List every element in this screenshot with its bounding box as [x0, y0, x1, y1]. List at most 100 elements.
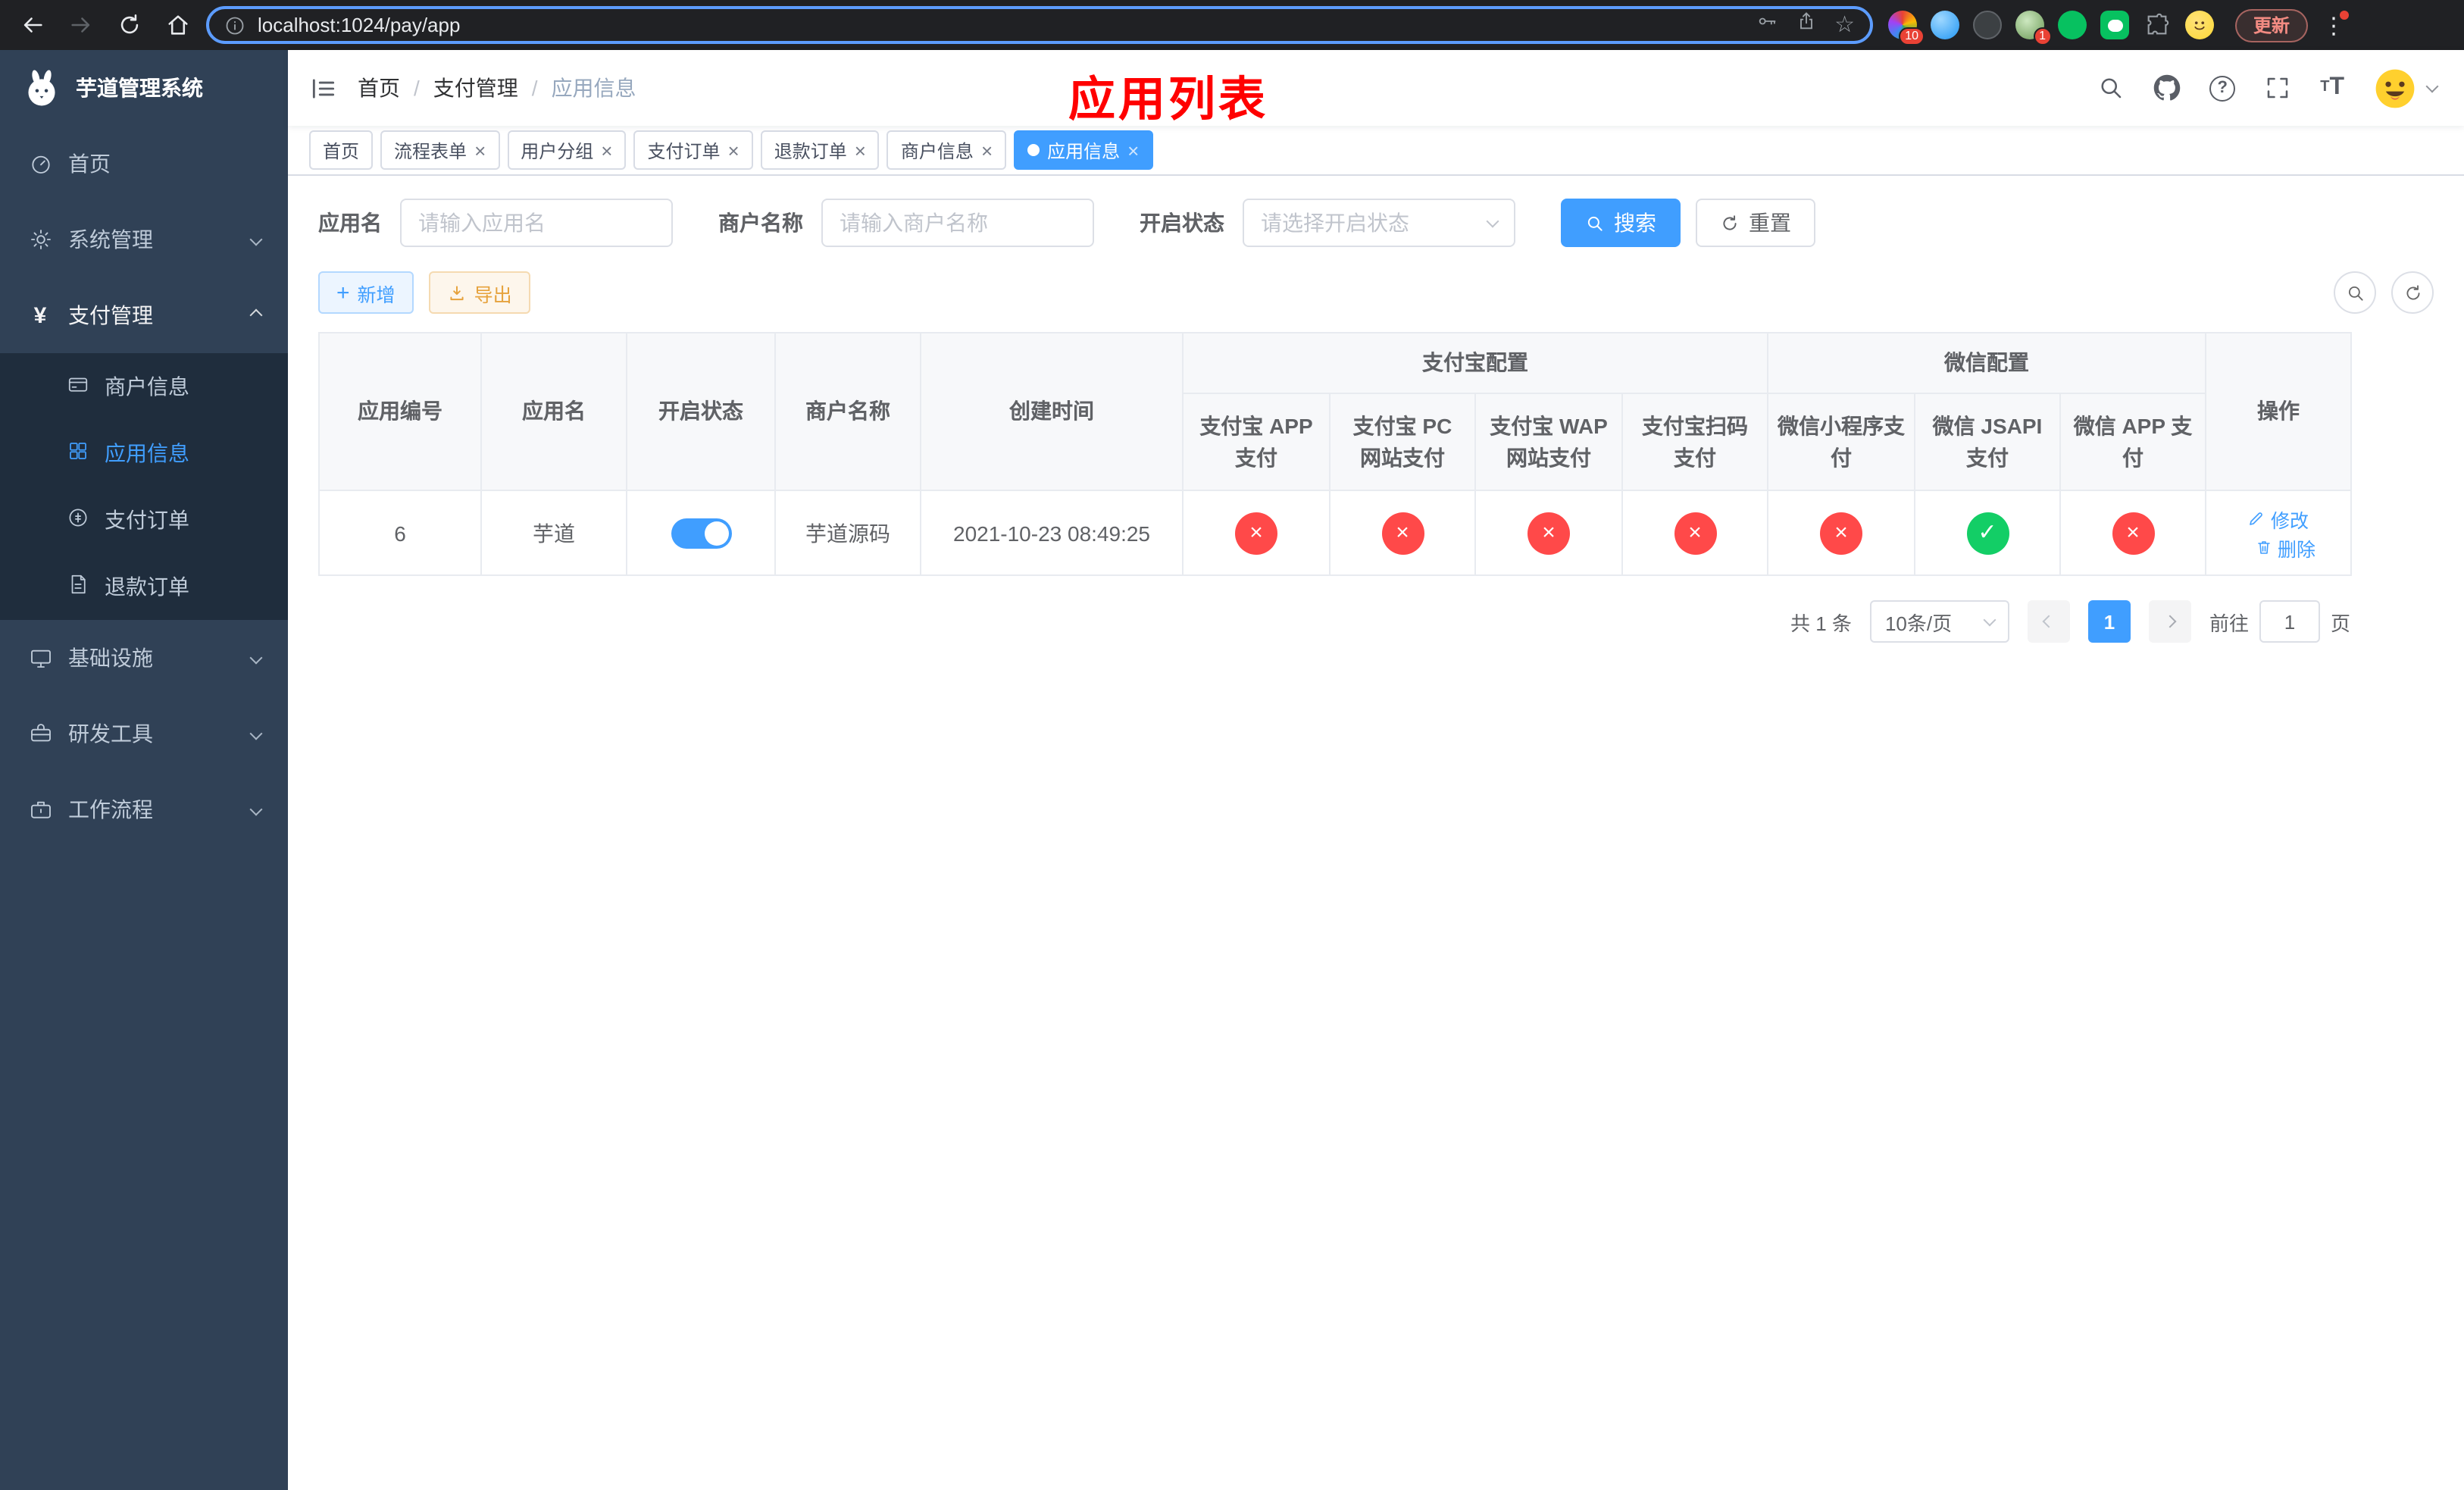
url-bar[interactable]: localhost:1024/pay/app ☆	[206, 6, 1873, 44]
sidebar-item-workflow[interactable]: 工作流程	[0, 772, 288, 847]
app-table: 应用编号 应用名 开启状态 商户名称 创建时间 支付宝配置 微信配置 操作 支付…	[318, 332, 2352, 576]
password-key-icon[interactable]	[1756, 11, 1777, 39]
navbar-actions: ? TT	[2097, 66, 2464, 110]
extensions-puzzle-icon[interactable]	[2143, 11, 2172, 39]
status-alipay-qr-icon: ×	[1674, 512, 1716, 554]
col-wx-app: 微信 APP 支付	[2059, 393, 2206, 491]
edit-link[interactable]: 修改	[2248, 504, 2309, 533]
top-navbar: 首页 / 支付管理 / 应用信息 应用列表 ? T T	[288, 50, 2464, 126]
bookmark-star-icon[interactable]: ☆	[1834, 14, 1855, 36]
help-icon[interactable]: ?	[2209, 75, 2236, 101]
breadcrumb-separator: /	[531, 76, 538, 100]
extensions-row: 10 1	[1882, 11, 2220, 45]
sidebar-item-pay[interactable]: ¥ 支付管理	[0, 277, 288, 353]
tab-merchant-info[interactable]: 商户信息 ×	[886, 130, 1007, 170]
chevron-down-icon	[249, 651, 263, 665]
delete-link[interactable]: 删除	[2255, 533, 2315, 562]
sidebar-collapse-icon[interactable]	[288, 50, 358, 126]
extension-drop-icon[interactable]	[1931, 11, 1959, 39]
close-icon[interactable]: ×	[728, 140, 740, 160]
cell-created: 2021-10-23 08:49:25	[920, 490, 1184, 576]
gear-icon	[27, 227, 53, 252]
extension-dark-icon[interactable]	[1973, 11, 2002, 39]
search-icon[interactable]	[2097, 74, 2125, 102]
profile-avatar-icon[interactable]	[2185, 11, 2214, 39]
monitor-icon	[27, 646, 53, 670]
status-alipay-app-icon: ×	[1235, 512, 1277, 554]
tab-user-group[interactable]: 用户分组 ×	[507, 130, 627, 170]
update-button[interactable]: 更新	[2235, 8, 2309, 42]
rabbit-logo-icon	[28, 69, 55, 105]
sidebar: 芋道管理系统 首页 系统管理 ¥ 支付管理 商户信息 应用信息 支付订单 退款订…	[0, 50, 288, 1490]
pagination: 共 1 条 10条/页 1 前往 页	[318, 600, 2350, 643]
col-wx-lite: 微信小程序支付	[1767, 393, 1915, 491]
add-button[interactable]: + 新增	[318, 271, 414, 314]
extension-wechat-icon[interactable]	[2100, 11, 2129, 39]
goto-page-input[interactable]	[2259, 600, 2320, 643]
tab-pay-order[interactable]: 支付订单 ×	[633, 130, 753, 170]
sidebar-item-label: 支付订单	[105, 508, 189, 532]
sidebar-item-pay-order[interactable]: 支付订单	[0, 487, 288, 553]
prev-page-button[interactable]	[2027, 600, 2070, 643]
home-icon[interactable]	[158, 5, 197, 45]
app-name-input[interactable]	[400, 199, 673, 247]
tab-app-info[interactable]: 应用信息 ×	[1014, 130, 1153, 170]
close-icon[interactable]: ×	[855, 140, 866, 160]
sidebar-item-dev-tools[interactable]: 研发工具	[0, 696, 288, 772]
status-toggle[interactable]	[671, 518, 731, 548]
breadcrumb-pay[interactable]: 支付管理	[433, 73, 518, 103]
site-info-icon[interactable]	[224, 14, 245, 36]
chevron-up-icon	[249, 308, 263, 322]
forward-icon[interactable]	[61, 5, 100, 45]
close-icon[interactable]: ×	[474, 140, 486, 160]
total-count: 共 1 条	[1790, 612, 1852, 634]
url-text[interactable]: localhost:1024/pay/app	[258, 14, 1743, 36]
sidebar-item-label: 商户信息	[105, 374, 189, 399]
col-ops: 操作	[2205, 332, 2352, 491]
status-select[interactable]: 请选择开启状态	[1243, 199, 1515, 247]
page-size-value: 10条/页	[1884, 612, 1953, 634]
tab-home[interactable]: 首页	[309, 130, 374, 170]
back-icon[interactable]	[12, 5, 52, 45]
refresh-table-button[interactable]	[2391, 271, 2434, 314]
browser-menu-icon[interactable]: ⋮	[2317, 8, 2350, 42]
breadcrumb-home[interactable]: 首页	[358, 73, 400, 103]
user-avatar[interactable]	[2373, 66, 2439, 110]
toggle-search-button[interactable]	[2334, 271, 2376, 314]
next-page-button[interactable]	[2148, 600, 2191, 643]
search-form: 应用名 商户名称 开启状态 请选择开启状态	[318, 199, 2434, 247]
extension-mosaic-icon[interactable]: 10	[1888, 11, 1925, 45]
reset-button[interactable]: 重置	[1696, 199, 1815, 247]
page-number-1[interactable]: 1	[2087, 600, 2131, 643]
sidebar-item-system[interactable]: 系统管理	[0, 202, 288, 277]
sidebar-item-infra[interactable]: 基础设施	[0, 620, 288, 696]
col-alipay-pc: 支付宝 PC 网站支付	[1329, 393, 1476, 491]
col-app-name: 应用名	[480, 332, 627, 491]
sidebar-item-home[interactable]: 首页	[0, 126, 288, 202]
app-logo[interactable]: 芋道管理系统	[0, 50, 288, 126]
extension-avatar-icon[interactable]: 1	[2015, 11, 2052, 45]
github-icon[interactable]	[2153, 74, 2181, 102]
page-size-select[interactable]: 10条/页	[1869, 600, 2009, 643]
grid-icon	[67, 440, 89, 467]
sidebar-item-merchant-info[interactable]: 商户信息	[0, 353, 288, 420]
share-icon[interactable]	[1795, 11, 1816, 39]
reload-icon[interactable]	[109, 5, 149, 45]
sidebar-item-app-info[interactable]: 应用信息	[0, 420, 288, 487]
sidebar-item-refund-order[interactable]: 退款订单	[0, 553, 288, 620]
tab-label: 支付订单	[647, 140, 721, 161]
search-button[interactable]: 搜索	[1561, 199, 1681, 247]
merchant-name-input[interactable]	[821, 199, 1094, 247]
fullscreen-icon[interactable]	[2264, 74, 2291, 102]
close-icon[interactable]: ×	[1127, 140, 1139, 160]
tab-process-form[interactable]: 流程表单 ×	[380, 130, 500, 170]
close-icon[interactable]: ×	[601, 140, 612, 160]
col-alipay-qr: 支付宝扫码支付	[1621, 393, 1768, 491]
export-button[interactable]: 导出	[428, 271, 530, 314]
close-icon[interactable]: ×	[981, 140, 993, 160]
extension-wechat-devtools-icon[interactable]	[2058, 11, 2087, 39]
font-size-icon[interactable]: TT	[2320, 75, 2344, 100]
tab-refund-order[interactable]: 退款订单 ×	[760, 130, 880, 170]
breadcrumb-current: 应用信息	[551, 76, 636, 100]
status-label: 开启状态	[1140, 211, 1224, 235]
